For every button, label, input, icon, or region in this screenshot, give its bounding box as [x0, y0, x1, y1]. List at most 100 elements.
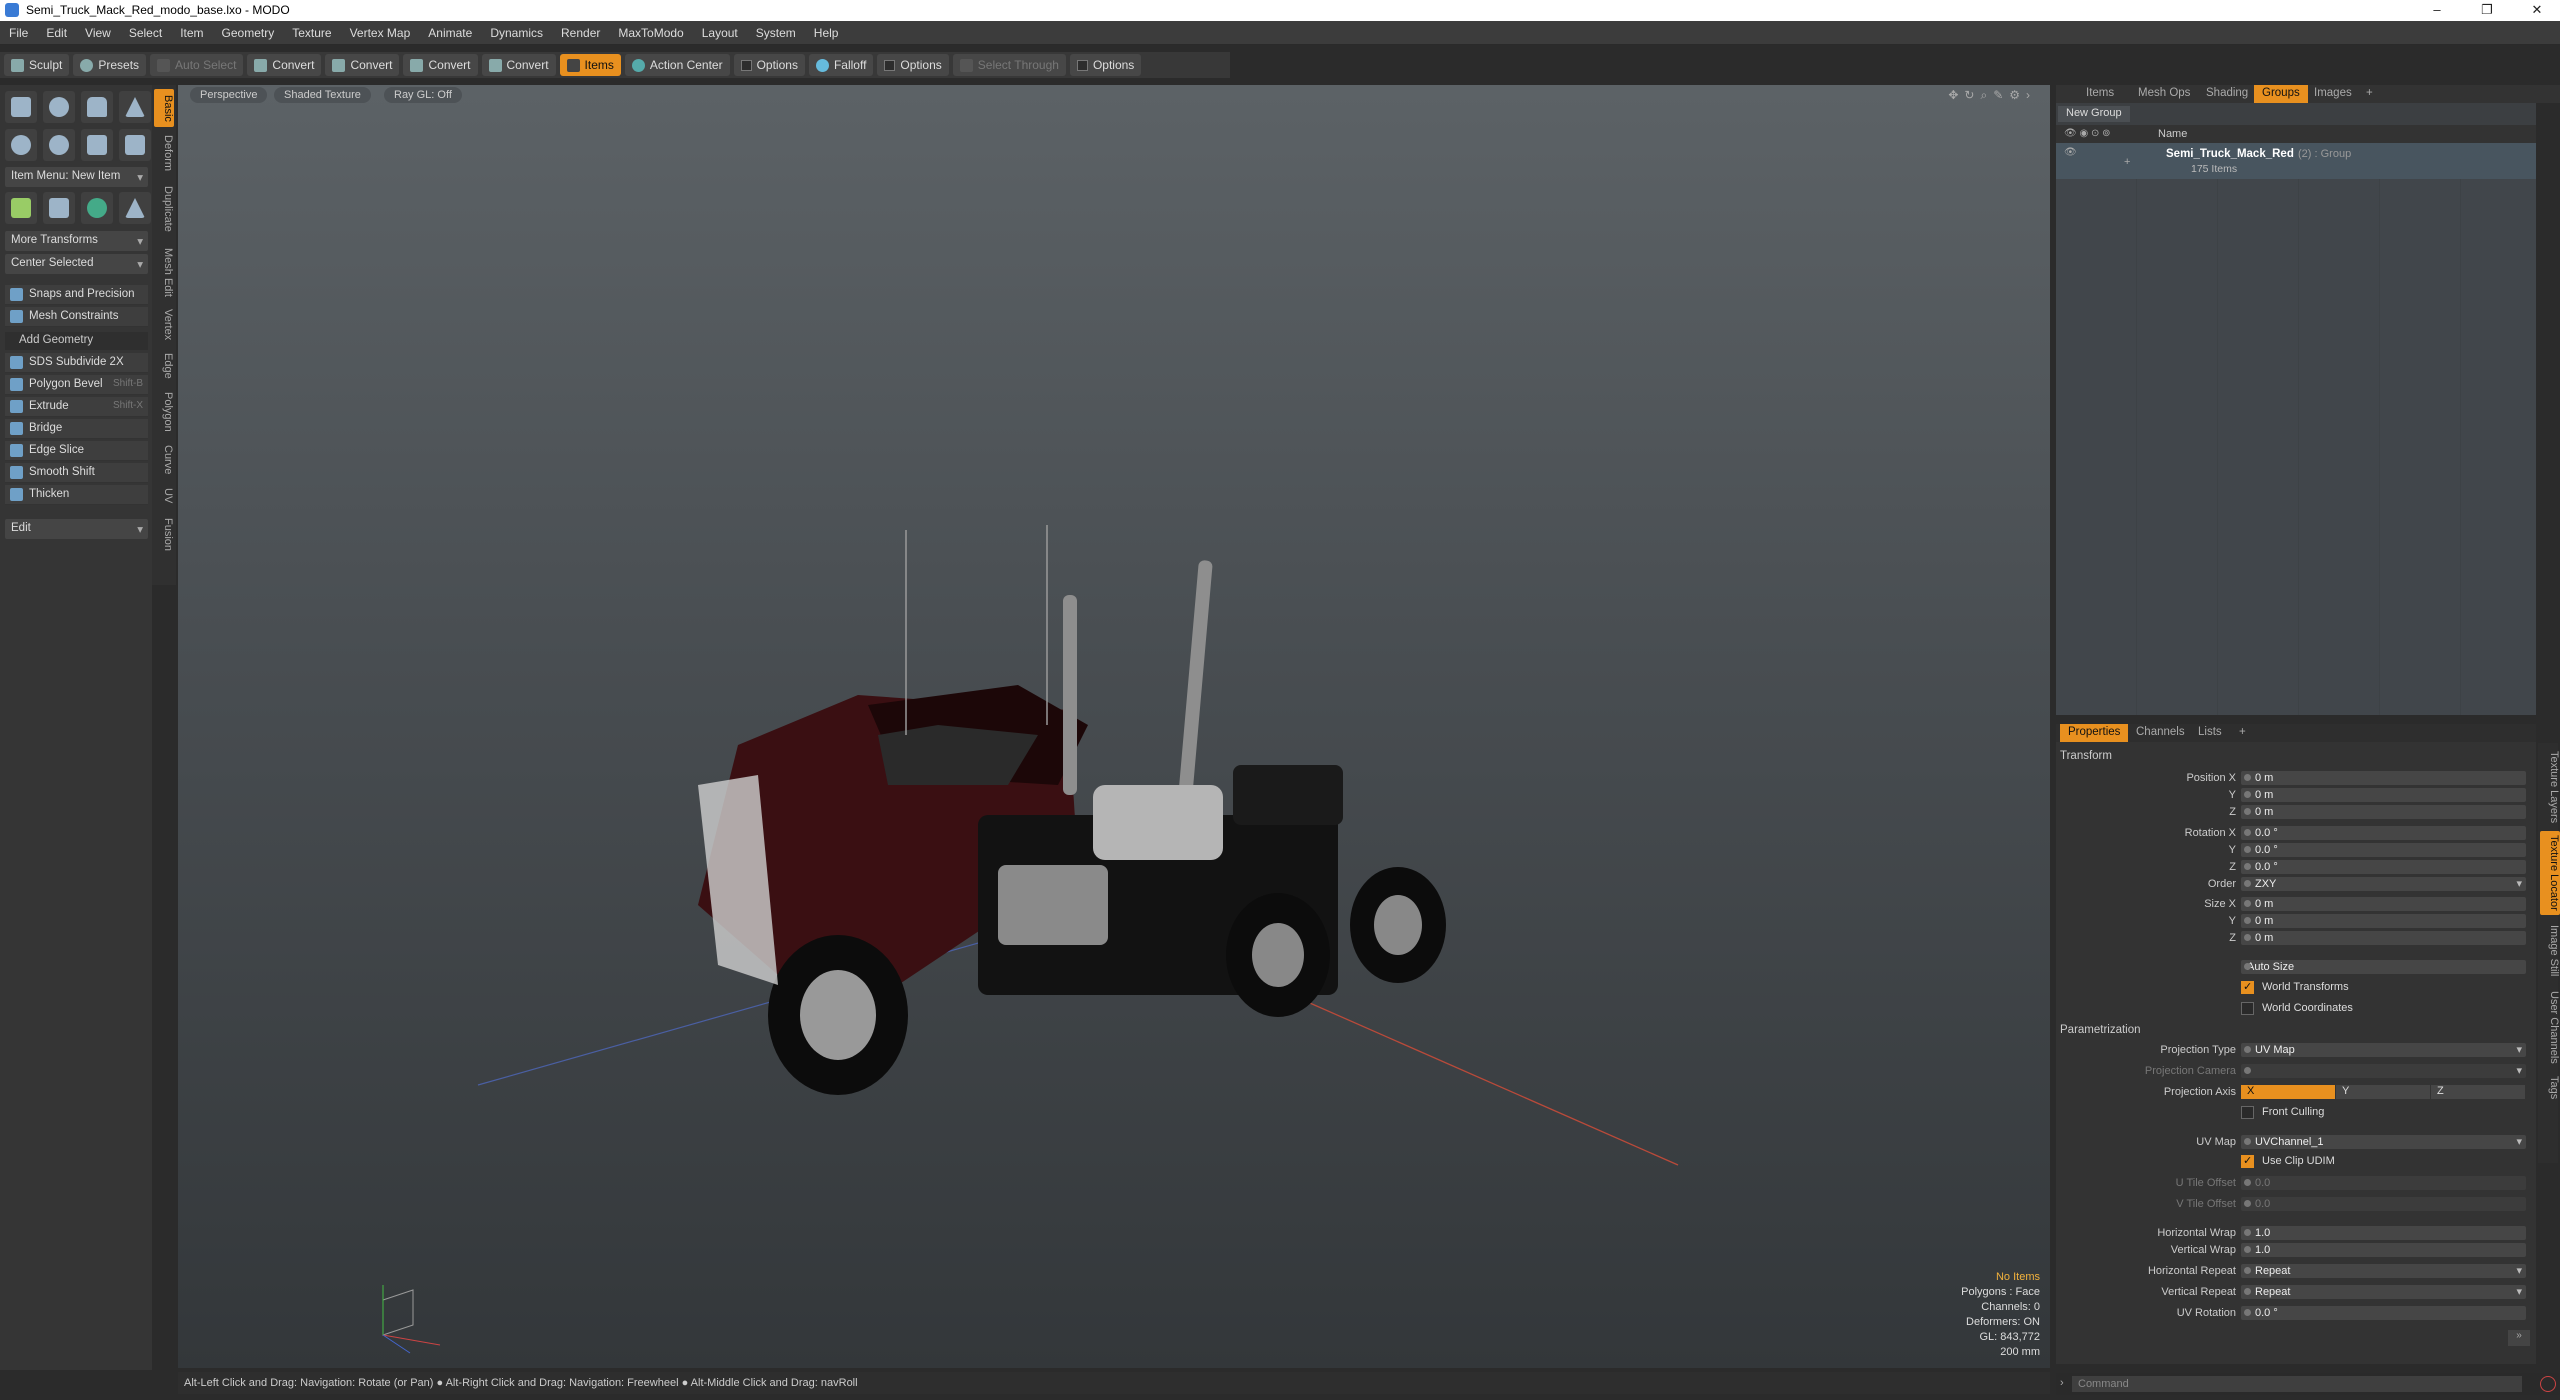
menu-select[interactable]: Select: [120, 21, 171, 45]
convert-vertices-button[interactable]: Convert: [247, 54, 322, 76]
tab-texture-layers[interactable]: Texture Layers: [2540, 747, 2560, 827]
new-group-button[interactable]: New Group: [2058, 106, 2130, 122]
axis-y-option[interactable]: Y: [2336, 1085, 2430, 1099]
menu-animate[interactable]: Animate: [419, 21, 481, 45]
position-z-field[interactable]: 0 m: [2241, 805, 2526, 819]
tab-properties[interactable]: Properties: [2060, 724, 2129, 742]
menu-edit[interactable]: Edit: [37, 21, 76, 45]
order-dropdown[interactable]: ZXY: [2241, 877, 2526, 891]
menu-maxtomodo[interactable]: MaxToModo: [609, 21, 692, 45]
tool-bridge[interactable]: Bridge: [5, 419, 148, 439]
horizontal-wrap-field[interactable]: 1.0: [2241, 1226, 2526, 1240]
vertical-repeat-dropdown[interactable]: Repeat: [2241, 1285, 2526, 1299]
add-props-tab[interactable]: +: [2231, 724, 2254, 742]
tab-fusion[interactable]: Fusion: [154, 513, 174, 557]
mesh-constraints-button[interactable]: Mesh Constraints: [5, 307, 148, 327]
tab-texture-locator[interactable]: Texture Locator: [2540, 831, 2560, 915]
sphere-tool-button[interactable]: [43, 91, 75, 123]
tab-vertex[interactable]: Vertex: [154, 305, 174, 345]
v-tile-offset-field[interactable]: 0.0: [2241, 1197, 2526, 1211]
tab-mesh-ops[interactable]: Mesh Ops: [2130, 85, 2198, 103]
scale-tool-button[interactable]: [43, 192, 75, 224]
tab-duplicate[interactable]: Duplicate: [154, 179, 174, 239]
tool-extrude[interactable]: Extrude Shift-X: [5, 397, 148, 417]
projection-type-dropdown[interactable]: UV Map: [2241, 1043, 2526, 1057]
snaps-precision-button[interactable]: Snaps and Precision: [5, 285, 148, 305]
falloff-button[interactable]: Falloff: [808, 54, 874, 76]
rotation-z-field[interactable]: 0.0 °: [2241, 860, 2526, 874]
front-culling-checkbox[interactable]: [2241, 1106, 2254, 1119]
sculpt-button[interactable]: Sculpt: [4, 54, 70, 76]
presets-button[interactable]: Presets: [73, 54, 147, 76]
edit-dropdown[interactable]: Edit: [5, 519, 148, 539]
move-tool-button[interactable]: [5, 192, 37, 224]
convert-edges-button[interactable]: Convert: [325, 54, 400, 76]
convert-materials-button[interactable]: Convert: [481, 54, 556, 76]
convert-polygons-button[interactable]: Convert: [403, 54, 478, 76]
tab-shading[interactable]: Shading: [2198, 85, 2256, 103]
uv-map-dropdown[interactable]: UVChannel_1: [2241, 1135, 2526, 1149]
tab-image-still[interactable]: Image Still: [2540, 919, 2560, 983]
cylinder-tool-button[interactable]: [81, 91, 113, 123]
tab-deform[interactable]: Deform: [154, 131, 174, 175]
axis-x-option[interactable]: X: [2241, 1085, 2335, 1099]
auto-size-button[interactable]: Auto Size: [2241, 960, 2526, 974]
items-mode-button[interactable]: Items: [559, 54, 621, 76]
tab-basic[interactable]: Basic: [154, 89, 174, 127]
size-z-field[interactable]: 0 m: [2241, 931, 2526, 945]
rotate-tool-button[interactable]: [81, 192, 113, 224]
maximize-button[interactable]: ❐: [2464, 0, 2510, 21]
tool-sds-subdivide[interactable]: SDS Subdivide 2X: [5, 353, 148, 373]
close-button[interactable]: ✕: [2514, 0, 2560, 21]
tab-uv[interactable]: UV: [154, 483, 174, 509]
group-row[interactable]: 👁 + Semi_Truck_Mack_Red (2) : Group 175 …: [2056, 143, 2536, 179]
tab-tags[interactable]: Tags: [2540, 1071, 2560, 1105]
axis-z-option[interactable]: Z: [2431, 1085, 2525, 1099]
menu-texture[interactable]: Texture: [283, 21, 340, 45]
text-tool-button[interactable]: [119, 129, 151, 161]
uv-rotation-field[interactable]: 0.0 °: [2241, 1306, 2526, 1320]
tab-groups[interactable]: Groups: [2254, 85, 2308, 103]
record-icon[interactable]: [2540, 1376, 2556, 1392]
add-tab-button[interactable]: +: [2358, 85, 2381, 103]
eye-icon[interactable]: 👁: [2064, 147, 2077, 158]
tab-curve[interactable]: Curve: [154, 441, 174, 479]
menu-geometry[interactable]: Geometry: [213, 21, 284, 45]
menu-help[interactable]: Help: [805, 21, 848, 45]
tab-images[interactable]: Images: [2306, 85, 2360, 103]
world-coordinates-checkbox[interactable]: [2241, 1002, 2254, 1015]
tab-user-channels[interactable]: User Channels: [2540, 987, 2560, 1067]
rotation-y-field[interactable]: 0.0 °: [2241, 843, 2526, 857]
item-menu-dropdown[interactable]: Item Menu: New Item: [5, 167, 148, 187]
column-name[interactable]: Name: [2158, 128, 2187, 140]
position-x-field[interactable]: 0 m: [2241, 771, 2526, 785]
3d-viewport[interactable]: Perspective Shaded Texture Ray GL: Off ✥…: [178, 85, 2050, 1368]
center-selected-dropdown[interactable]: Center Selected: [5, 254, 148, 274]
pen-tool-button[interactable]: [81, 129, 113, 161]
menu-view[interactable]: View: [76, 21, 120, 45]
add-geometry-header[interactable]: Add Geometry: [5, 332, 148, 350]
menu-vertex-map[interactable]: Vertex Map: [341, 21, 420, 45]
rotation-x-field[interactable]: 0.0 °: [2241, 826, 2526, 840]
transform-tool-button[interactable]: [119, 192, 151, 224]
transform-section[interactable]: Transform: [2060, 750, 2112, 762]
cube-tool-button[interactable]: [5, 91, 37, 123]
cone-tool-button[interactable]: [119, 91, 151, 123]
tool-edge-slice[interactable]: Edge Slice: [5, 441, 148, 461]
size-y-field[interactable]: 0 m: [2241, 914, 2526, 928]
menu-item[interactable]: Item: [171, 21, 212, 45]
falloff-options-button[interactable]: Options: [877, 54, 949, 76]
minimize-button[interactable]: –: [2414, 0, 2460, 21]
u-tile-offset-field[interactable]: 0.0: [2241, 1176, 2526, 1190]
auto-select-button[interactable]: Auto Select: [150, 54, 244, 76]
toroid-tool-button[interactable]: [43, 129, 75, 161]
position-y-field[interactable]: 0 m: [2241, 788, 2526, 802]
select-options-button[interactable]: Options: [1069, 54, 1142, 76]
select-through-button[interactable]: Select Through: [952, 54, 1066, 76]
use-clip-udim-checkbox[interactable]: [2241, 1154, 2254, 1168]
tool-thicken[interactable]: Thicken: [5, 485, 148, 505]
menu-dynamics[interactable]: Dynamics: [481, 21, 552, 45]
expand-arrows-icon[interactable]: »: [2508, 1330, 2530, 1346]
world-transforms-checkbox[interactable]: [2241, 980, 2254, 994]
action-center-button[interactable]: Action Center: [624, 54, 730, 76]
